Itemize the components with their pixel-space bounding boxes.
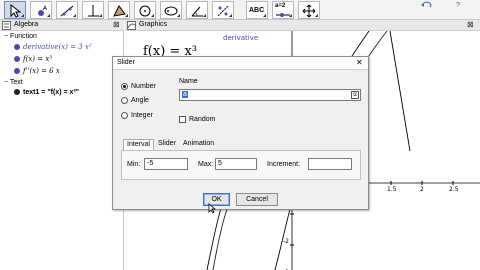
x-tick-label: 2.5 (449, 186, 459, 193)
tool-menu-indicator (177, 14, 180, 17)
dialog-title: Slider (117, 59, 135, 66)
tab-interval[interactable]: Interval (123, 139, 154, 150)
min-field[interactable]: -5 (144, 158, 188, 170)
perpendicular-tool-button[interactable] (82, 1, 104, 19)
tool-menu-indicator (263, 14, 266, 17)
polygon-icon (113, 5, 126, 17)
text-tool-label: ABC (249, 7, 265, 14)
help-icon[interactable]: ? (456, 2, 460, 9)
circle-tool-button[interactable] (134, 1, 156, 19)
radio-angle-label: Angle (131, 97, 149, 104)
category-function[interactable]: − Function (4, 33, 37, 40)
tool-menu-indicator (315, 14, 318, 17)
tool-menu-indicator (203, 14, 206, 17)
visibility-dot[interactable] (14, 68, 20, 74)
tool-menu-indicator (73, 14, 76, 17)
increment-label: Increment: (267, 161, 301, 168)
algebra-title: Algebra (14, 21, 39, 28)
random-label: Random (189, 116, 216, 123)
point-icon: A (38, 5, 48, 16)
name-value: a (182, 91, 188, 98)
conic-tool-button[interactable] (160, 1, 182, 19)
algebra-title-bar: Algebra ⊠ (0, 20, 124, 31)
list-item[interactable]: f''(x) = 6 x (14, 67, 60, 75)
perpendicular-icon (88, 5, 99, 17)
graphics-title: Graphics (139, 21, 168, 28)
ellipse-icon (164, 6, 178, 16)
category-text[interactable]: − Text (4, 79, 23, 86)
angle-icon (191, 6, 203, 17)
line-tool-button[interactable] (56, 1, 78, 19)
toolbar: A ABC a=2 ? (0, 0, 480, 20)
slider-tool-label: a=2 (275, 3, 286, 9)
tool-menu-indicator (47, 14, 50, 17)
slider-tool-button[interactable]: a=2 (272, 1, 294, 19)
line-icon (60, 5, 74, 17)
graphics-view-icon (127, 21, 136, 30)
symbol-picker-icon[interactable]: α (351, 91, 359, 99)
tool-menu-indicator (99, 14, 102, 17)
tool-menu-indicator (21, 14, 24, 17)
polygon-tool-button[interactable] (108, 1, 130, 19)
move-view-icon (302, 4, 316, 18)
tool-menu-indicator (151, 14, 154, 17)
circle-icon (139, 5, 151, 17)
cancel-button[interactable]: Cancel (236, 193, 278, 206)
max-label: Max: (198, 161, 214, 168)
graphics-close-icon[interactable]: ⊠ (467, 20, 474, 29)
radio-number-label: Number (131, 83, 156, 90)
list-item[interactable]: derivative(x) = 3 x² (14, 43, 92, 51)
tab-animation[interactable]: Animation (180, 139, 217, 150)
tab-slider[interactable]: Slider (155, 139, 179, 150)
tool-menu-indicator (125, 14, 128, 17)
visibility-dot[interactable] (14, 44, 20, 50)
tool-menu-indicator (229, 14, 232, 17)
angle-tool-button[interactable] (186, 1, 208, 19)
close-icon[interactable]: ✕ (356, 58, 363, 67)
radio-integer[interactable] (121, 112, 128, 119)
graphics-title-bar: Graphics ⊠ (125, 20, 480, 31)
increment-field[interactable] (308, 158, 352, 170)
svg-text:A: A (43, 5, 48, 12)
visibility-dot[interactable] (14, 89, 20, 95)
text-tool-button[interactable]: ABC (246, 1, 268, 19)
random-checkbox[interactable] (179, 116, 186, 123)
mouse-cursor-icon (208, 203, 216, 214)
name-label: Name (179, 78, 198, 85)
point-tool-button[interactable]: A (30, 1, 52, 19)
algebra-view-icon (2, 21, 11, 30)
move-tool-button[interactable] (4, 1, 26, 19)
list-item[interactable]: f(x) = x³ (14, 55, 52, 63)
y-tick-label: -2 (283, 238, 289, 245)
dialog-title-bar[interactable]: Slider ✕ (113, 57, 368, 70)
function-curve-derivative[interactable] (389, 31, 411, 152)
algebra-view: Algebra ⊠ − Function derivative(x) = 3 x… (0, 20, 124, 270)
undo-icon[interactable] (420, 1, 436, 9)
radio-integer-label: Integer (131, 112, 153, 119)
x-tick-label: 2 (420, 186, 424, 193)
arrow-cursor-icon (10, 4, 22, 18)
algebra-close-icon[interactable]: ⊠ (113, 20, 120, 29)
max-field[interactable]: 5 (215, 158, 257, 170)
x-tick-label: 1.5 (387, 186, 397, 193)
reflect-tool-button[interactable] (212, 1, 234, 19)
slider-dialog: Slider ✕ Number Angle Integer Name a α R… (112, 56, 369, 210)
move-view-tool-button[interactable] (298, 1, 320, 19)
curve-label-derivative[interactable]: derivative (223, 34, 258, 42)
tool-menu-indicator (289, 14, 292, 17)
min-label: Min: (127, 161, 141, 168)
name-field[interactable]: a α (179, 89, 361, 101)
visibility-dot[interactable] (14, 56, 20, 62)
list-item[interactable]: text1 = "f(x) = x³" (14, 89, 79, 96)
reflect-icon (217, 5, 229, 17)
radio-number[interactable] (121, 83, 128, 90)
radio-angle[interactable] (121, 97, 128, 104)
